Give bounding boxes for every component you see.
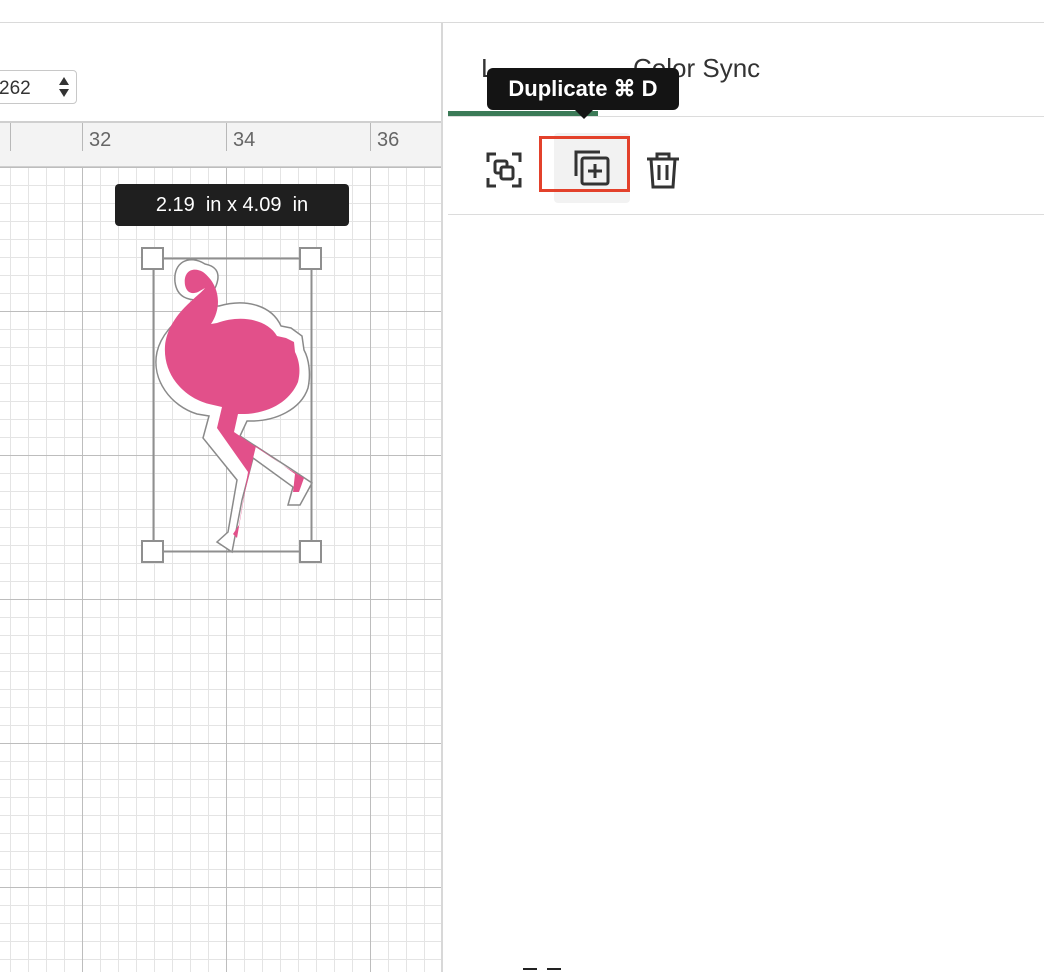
layers-panel: L Color Sync Duplicate ⌘ D (443, 23, 1044, 972)
group-button[interactable] (475, 141, 533, 199)
partial-icon (523, 968, 561, 970)
resize-handle-bottom-left[interactable] (141, 540, 164, 563)
top-bar (0, 0, 1044, 23)
stepper-value[interactable]: 262 (0, 78, 31, 100)
tabs-border (448, 116, 1044, 117)
resize-handle-top-left[interactable] (141, 247, 164, 270)
trash-icon (647, 152, 679, 189)
group-icon (486, 152, 522, 188)
ruler-tick: 32 (89, 129, 112, 151)
toolbar-border (448, 214, 1044, 215)
stepper-arrows-icon[interactable] (58, 76, 70, 98)
horizontal-ruler: 32 34 36 (0, 121, 441, 167)
tooltip-arrow (574, 109, 594, 119)
selected-flamingo-image[interactable] (135, 240, 330, 575)
resize-handle-bottom-right[interactable] (299, 540, 322, 563)
duplicate-tooltip: Duplicate ⌘ D (487, 68, 679, 110)
dimension-label: 2.19 in x 4.09 in (115, 184, 349, 226)
resize-handle-top-right[interactable] (299, 247, 322, 270)
ruler-tick: 36 (377, 129, 400, 151)
delete-button[interactable] (634, 141, 692, 199)
position-stepper[interactable]: 262 (0, 70, 77, 104)
ruler-tick: 34 (233, 129, 256, 151)
duplicate-highlight (539, 136, 630, 192)
